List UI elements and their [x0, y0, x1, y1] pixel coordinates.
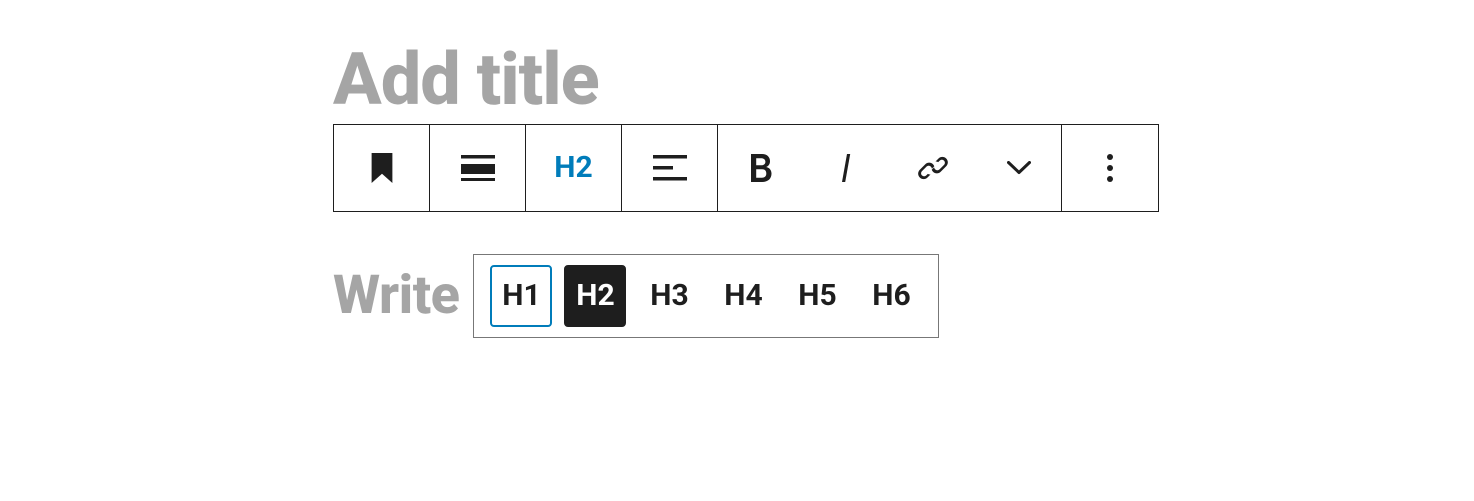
block-toolbar: H2 — [333, 124, 1159, 212]
align-left-icon — [653, 155, 687, 181]
table-of-contents-button[interactable] — [430, 125, 526, 211]
editor-canvas: Add title H2 — [0, 0, 1474, 338]
italic-icon — [837, 154, 857, 182]
bold-button[interactable] — [718, 125, 804, 211]
heading-level-h1-button[interactable]: H1 — [490, 265, 552, 327]
bold-icon — [749, 154, 773, 182]
heading-level-label: H3 — [650, 278, 688, 313]
more-vertical-icon — [1106, 153, 1114, 183]
block-type-button[interactable] — [334, 125, 430, 211]
heading-level-label: H1 — [502, 278, 540, 313]
link-icon — [917, 152, 949, 184]
chevron-down-icon — [1007, 161, 1031, 175]
align-button[interactable] — [622, 125, 718, 211]
heading-level-label: H2 — [576, 278, 614, 313]
heading-level-label: H5 — [798, 278, 836, 313]
heading-level-h3-button[interactable]: H3 — [638, 265, 700, 327]
heading-level-panel: H1 H2 H3 H4 H5 H6 — [473, 254, 939, 338]
more-options-button[interactable] — [1062, 125, 1158, 211]
heading-level-h4-button[interactable]: H4 — [712, 265, 774, 327]
heading-level-label: H6 — [872, 278, 910, 313]
heading-level-h5-button[interactable]: H5 — [786, 265, 848, 327]
heading-block-row: Write H1 H2 H3 H4 H5 H6 — [333, 254, 1474, 338]
link-button[interactable] — [890, 125, 976, 211]
toc-lines-icon — [461, 155, 495, 181]
heading-level-label: H4 — [724, 278, 762, 313]
heading-level-h2-button[interactable]: H2 — [564, 265, 626, 327]
title-input-placeholder[interactable]: Add title — [333, 42, 1474, 118]
heading-level-button[interactable]: H2 — [526, 125, 622, 211]
more-formatting-button[interactable] — [976, 125, 1062, 211]
heading-body-placeholder[interactable]: Write — [333, 264, 459, 327]
heading-level-h6-button[interactable]: H6 — [860, 265, 922, 327]
italic-button[interactable] — [804, 125, 890, 211]
bookmark-icon — [368, 153, 396, 183]
heading-level-label: H2 — [554, 150, 592, 185]
